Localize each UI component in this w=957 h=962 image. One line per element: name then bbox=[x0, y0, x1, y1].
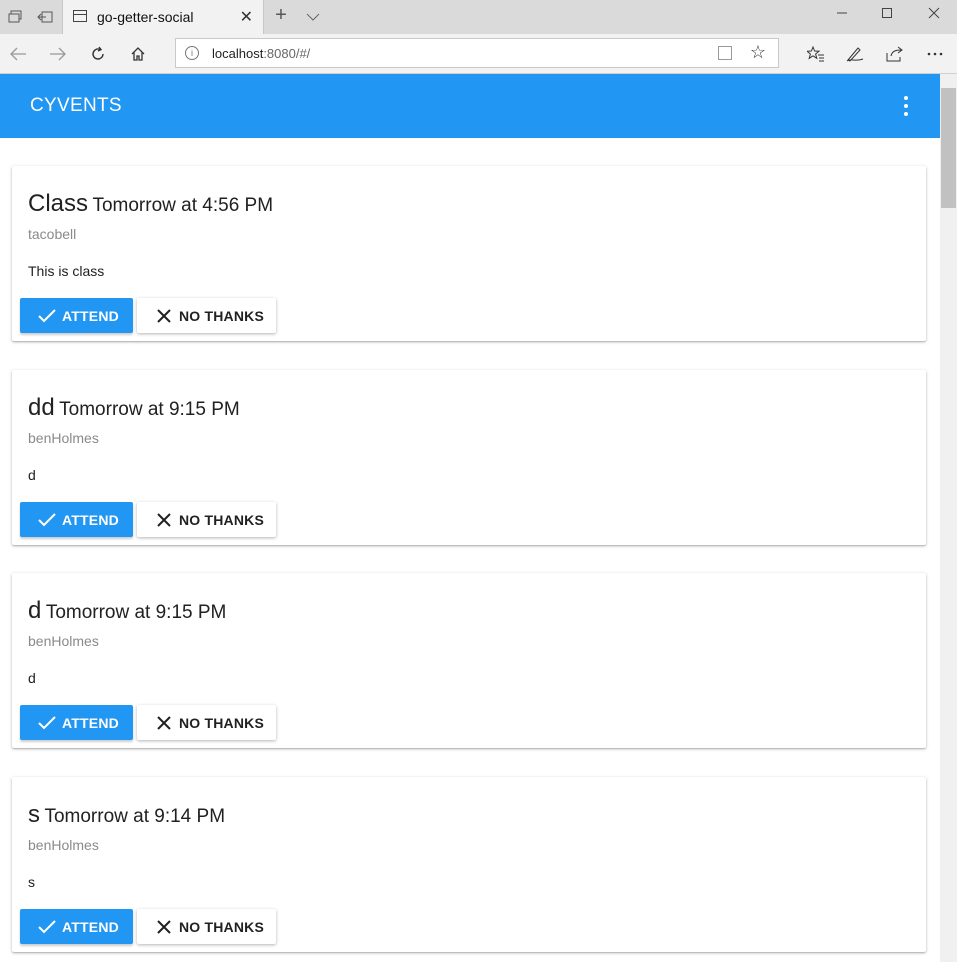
event-heading: d Tomorrow at 9:15 PM bbox=[28, 597, 226, 625]
close-tab-icon[interactable]: ✕ bbox=[240, 7, 253, 27]
refresh-icon[interactable] bbox=[86, 42, 110, 66]
event-heading: s Tomorrow at 9:14 PM bbox=[28, 801, 225, 829]
event-time: Tomorrow at 9:15 PM bbox=[45, 602, 227, 623]
back-icon[interactable] bbox=[6, 42, 30, 66]
event-name: d bbox=[28, 597, 42, 624]
attend-label: ATTEND bbox=[62, 714, 119, 731]
event-heading: Class Tomorrow at 4:56 PM bbox=[28, 190, 273, 218]
check-icon bbox=[38, 919, 56, 933]
tab-title: go-getter-social bbox=[97, 9, 194, 25]
no-thanks-button[interactable]: NO THANKS bbox=[137, 909, 276, 944]
set-tabs-aside-icon[interactable] bbox=[36, 8, 54, 26]
close-icon bbox=[157, 919, 171, 934]
attend-button[interactable]: ATTEND bbox=[20, 909, 133, 944]
attend-label: ATTEND bbox=[62, 307, 119, 324]
favorites-list-icon[interactable] bbox=[804, 42, 828, 66]
new-tab-icon[interactable]: + bbox=[272, 4, 290, 26]
no-thanks-label: NO THANKS bbox=[179, 918, 265, 935]
site-info-icon[interactable]: i bbox=[185, 46, 199, 60]
event-name: s bbox=[28, 801, 40, 828]
vertical-dots-menu-icon[interactable] bbox=[898, 96, 914, 116]
maximize-icon[interactable] bbox=[877, 6, 897, 24]
event-time: Tomorrow at 4:56 PM bbox=[92, 195, 274, 216]
attend-label: ATTEND bbox=[62, 511, 119, 528]
event-list: Class Tomorrow at 4:56 PM tacobell This … bbox=[0, 138, 940, 962]
app-toolbar: CYVENTS bbox=[0, 74, 940, 138]
event-description: This is class bbox=[28, 263, 105, 279]
event-card: d Tomorrow at 9:15 PM benHolmes d ATTEND… bbox=[12, 573, 926, 748]
event-name: dd bbox=[28, 394, 55, 421]
event-description: d bbox=[28, 670, 36, 686]
pen-notes-icon[interactable] bbox=[843, 42, 867, 66]
event-host: benHolmes bbox=[28, 633, 99, 649]
attend-button[interactable]: ATTEND bbox=[20, 298, 133, 333]
close-window-icon[interactable] bbox=[924, 6, 944, 24]
close-icon bbox=[157, 512, 171, 527]
browser-toolbar: i localhost:8080/#/ ☆ bbox=[0, 34, 957, 74]
attend-button[interactable]: ATTEND bbox=[20, 502, 133, 537]
active-tab[interactable]: go-getter-social ✕ bbox=[62, 0, 264, 34]
attend-label: ATTEND bbox=[62, 918, 119, 935]
event-description: d bbox=[28, 467, 36, 483]
browser-tab-bar: go-getter-social ✕ + bbox=[0, 0, 957, 34]
event-description: s bbox=[28, 874, 35, 890]
event-host: tacobell bbox=[28, 226, 77, 242]
event-name: Class bbox=[28, 190, 89, 217]
address-bar[interactable]: i localhost:8080/#/ ☆ bbox=[175, 38, 779, 68]
url-text: localhost:8080/#/ bbox=[212, 46, 311, 61]
no-thanks-button[interactable]: NO THANKS bbox=[137, 502, 276, 537]
event-host: benHolmes bbox=[28, 430, 99, 446]
share-icon[interactable] bbox=[883, 42, 907, 66]
no-thanks-label: NO THANKS bbox=[179, 511, 265, 528]
no-thanks-label: NO THANKS bbox=[179, 714, 265, 731]
no-thanks-button[interactable]: NO THANKS bbox=[137, 298, 276, 333]
home-icon[interactable] bbox=[126, 42, 150, 66]
tab-list-icon[interactable] bbox=[6, 8, 24, 26]
more-options-icon[interactable] bbox=[923, 42, 947, 66]
page-icon bbox=[73, 10, 87, 22]
close-icon bbox=[157, 715, 171, 730]
forward-icon[interactable] bbox=[46, 42, 70, 66]
event-heading: dd Tomorrow at 9:15 PM bbox=[28, 394, 240, 422]
check-icon bbox=[38, 715, 56, 729]
no-thanks-label: NO THANKS bbox=[179, 307, 265, 324]
event-time: Tomorrow at 9:14 PM bbox=[44, 806, 226, 827]
check-icon bbox=[38, 308, 56, 322]
attend-button[interactable]: ATTEND bbox=[20, 705, 133, 740]
favorite-star-icon[interactable]: ☆ bbox=[750, 42, 766, 63]
event-card: s Tomorrow at 9:14 PM benHolmes s ATTEND… bbox=[12, 777, 926, 952]
app-title: CYVENTS bbox=[30, 95, 122, 116]
close-icon bbox=[157, 308, 171, 323]
minimize-icon[interactable] bbox=[832, 6, 852, 24]
scrollbar-thumb[interactable] bbox=[941, 88, 956, 208]
no-thanks-button[interactable]: NO THANKS bbox=[137, 705, 276, 740]
event-card: Class Tomorrow at 4:56 PM tacobell This … bbox=[12, 166, 926, 341]
event-card: dd Tomorrow at 9:15 PM benHolmes d ATTEN… bbox=[12, 370, 926, 545]
chevron-down-icon[interactable] bbox=[304, 8, 322, 26]
event-host: benHolmes bbox=[28, 837, 99, 853]
reading-view-icon[interactable] bbox=[718, 46, 732, 60]
check-icon bbox=[38, 512, 56, 526]
event-time: Tomorrow at 9:15 PM bbox=[59, 399, 240, 420]
